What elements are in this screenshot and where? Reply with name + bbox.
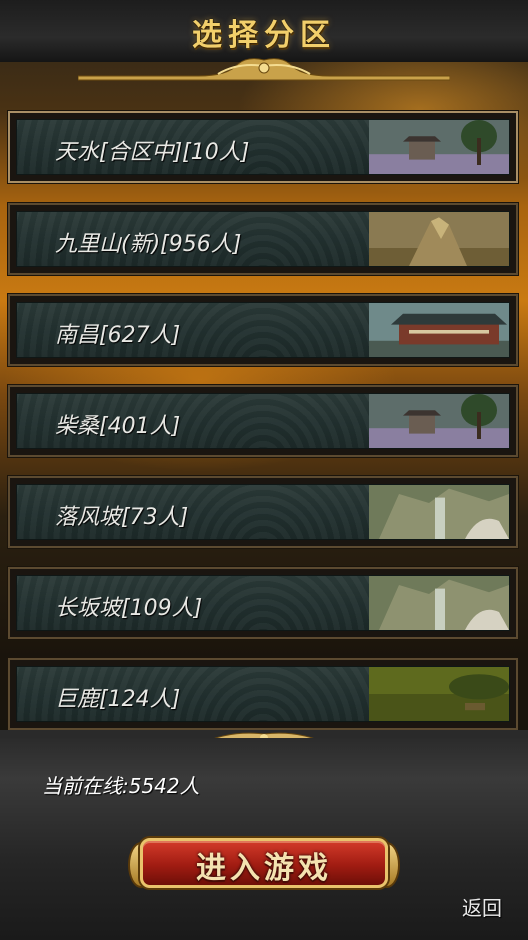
plain-image [369,667,509,721]
server-row[interactable]: 长坂坡[109人] [7,566,519,640]
enter-game-label: 进入游戏 [196,851,332,886]
server-label: 天水[合区中][10人] [55,140,250,165]
pavilion-image [369,394,509,448]
server-label: 落风坡[73人] [55,505,189,530]
back-button[interactable]: 返回 [462,892,502,921]
top-bar: 选择分区 [0,0,528,62]
server-label: 柴桑[401人] [55,414,181,439]
waterfall-image [369,576,509,630]
page-title: 选择分区 [192,18,336,53]
pavilion-image [369,120,509,174]
server-row[interactable]: 天水[合区中][10人] [7,110,519,184]
server-label: 长坂坡[109人] [55,596,203,621]
server-label: 南昌[627人] [55,323,181,348]
waterfall-image [369,485,509,539]
online-count: 当前在线:5542人 [42,774,200,798]
enter-game-button[interactable]: 进入游戏 [126,830,402,896]
server-row[interactable]: 落风坡[73人] [7,475,519,549]
palace-image [369,303,509,357]
server-label: 九里山(新)[956人] [55,232,242,257]
server-row[interactable]: 九里山(新)[956人] [7,202,519,276]
mountain-image [369,212,509,266]
server-row[interactable]: 南昌[627人] [7,293,519,367]
server-row[interactable]: 巨鹿[124人] [7,657,519,731]
server-label: 巨鹿[124人] [55,687,181,712]
server-row[interactable]: 柴桑[401人] [7,384,519,458]
title-ornament [78,58,450,81]
